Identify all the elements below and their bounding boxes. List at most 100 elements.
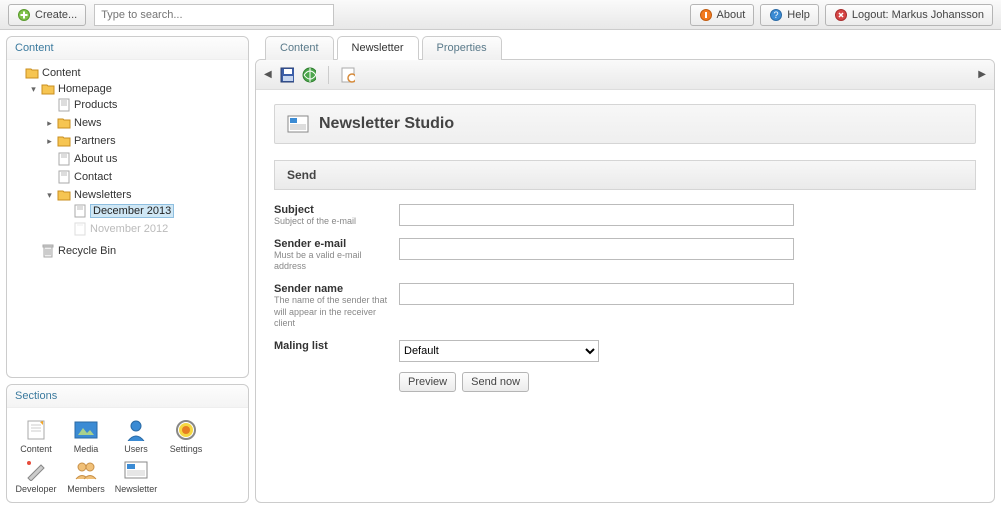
about-label: About [717,9,746,21]
sender-email-label: Sender e-mail [274,238,389,250]
section-media[interactable]: Media [61,418,111,454]
top-toolbar: Create... About ? Help Logout: Markus Jo… [0,0,1001,30]
tab-content[interactable]: Content [265,36,334,60]
section-newsletter[interactable]: Newsletter [111,458,161,494]
tab-properties[interactable]: Properties [422,36,502,60]
mailing-list-select[interactable]: Default [399,340,599,362]
tree-label: Partners [74,135,116,147]
section-members[interactable]: Members [61,458,111,494]
svg-text:?: ? [774,10,779,20]
folder-icon [25,66,39,80]
expand-icon[interactable]: ▸ [45,137,54,146]
members-icon [61,458,111,482]
create-label: Create... [35,9,77,21]
section-content[interactable]: Content [11,418,61,454]
save-icon[interactable] [280,68,294,82]
tree-label: December 2013 [90,204,174,218]
section-label: Members [61,484,111,494]
section-label: Newsletter [111,484,161,494]
section-settings[interactable]: Settings [161,418,211,454]
settings-icon [161,418,211,442]
page-icon [57,152,71,166]
section-send-header: Send [274,160,976,190]
sections-panel: Sections Content Media Users Settings [6,384,249,503]
tree-homepage[interactable]: ▾ Homepage [29,82,244,96]
sender-name-input[interactable] [399,283,794,305]
help-label: Help [787,9,810,21]
scroll-left-icon[interactable]: ◀ [264,69,272,80]
editor-tabs: Content Newsletter Properties [255,36,995,60]
content-icon [11,418,61,442]
folder-icon [57,188,71,202]
about-icon [699,8,713,22]
sender-name-hint: The name of the sender that will appear … [274,295,389,330]
sender-name-label: Sender name [274,283,389,295]
preview-icon[interactable] [341,68,355,82]
logout-label: Logout: Markus Johansson [852,9,984,21]
folder-icon [57,134,71,148]
create-button[interactable]: Create... [8,4,86,26]
send-now-button[interactable]: Send now [462,372,529,392]
tab-newsletter[interactable]: Newsletter [337,36,419,60]
logout-icon [834,8,848,22]
content-tree-panel: Content Content ▾ [6,36,249,378]
about-button[interactable]: About [690,4,755,26]
section-developer[interactable]: Developer [11,458,61,494]
subject-hint: Subject of the e-mail [274,216,389,228]
section-label: Settings [161,444,211,454]
folder-icon [41,82,55,96]
tree-label: Contact [74,171,112,183]
studio-header: Newsletter Studio [274,104,976,144]
content-tree: Content ▾ Homepage [7,60,248,270]
tree-label: Recycle Bin [58,245,116,257]
section-label: Developer [11,484,61,494]
tree-news[interactable]: ▸ News [45,116,244,130]
plus-icon [17,8,31,22]
editor-panel: ◀ ▶ Newsletter Studio Send Subject Subje… [255,59,995,503]
tree-label: News [74,117,102,129]
scroll-right-icon[interactable]: ▶ [978,69,986,80]
publish-icon[interactable] [302,68,316,82]
section-label: Content [11,444,61,454]
developer-icon [11,458,61,482]
tree-recycle-bin[interactable]: Recycle Bin [29,244,244,258]
sender-email-input[interactable] [399,238,794,260]
section-label: Media [61,444,111,454]
section-users[interactable]: Users [111,418,161,454]
tree-newsletters[interactable]: ▾ Newsletters [45,188,244,202]
content-panel-title: Content [7,37,248,60]
media-icon [61,418,111,442]
subject-label: Subject [274,204,389,216]
section-label: Users [111,444,161,454]
page-icon [57,98,71,112]
tree-label: Homepage [58,83,112,95]
tree-root[interactable]: Content [13,66,244,80]
collapse-icon[interactable]: ▾ [45,191,54,200]
users-icon [111,418,161,442]
trash-icon [41,244,55,258]
newsletter-icon [111,458,161,482]
subject-input[interactable] [399,204,794,226]
search-input[interactable] [94,4,334,26]
expand-icon[interactable]: ▸ [45,119,54,128]
newsletter-icon [287,115,309,133]
folder-icon [57,116,71,130]
tree-label: November 2012 [90,223,168,235]
page-icon [73,204,87,218]
help-button[interactable]: ? Help [760,4,819,26]
editor-toolbar: ◀ ▶ [256,60,994,90]
tree-dec2013[interactable]: December 2013 [61,204,244,218]
tree-products[interactable]: Products [45,98,244,112]
tree-nov2012[interactable]: November 2012 [61,222,244,236]
preview-button[interactable]: Preview [399,372,456,392]
collapse-icon[interactable]: ▾ [29,85,38,94]
mailing-list-label: Maling list [274,340,389,352]
tree-label: Products [74,99,117,111]
tree-label: Newsletters [74,189,131,201]
tree-label: About us [74,153,117,165]
tree-about[interactable]: About us [45,152,244,166]
logout-button[interactable]: Logout: Markus Johansson [825,4,993,26]
tree-partners[interactable]: ▸ Partners [45,134,244,148]
tree-contact[interactable]: Contact [45,170,244,184]
sections-panel-title: Sections [7,385,248,408]
